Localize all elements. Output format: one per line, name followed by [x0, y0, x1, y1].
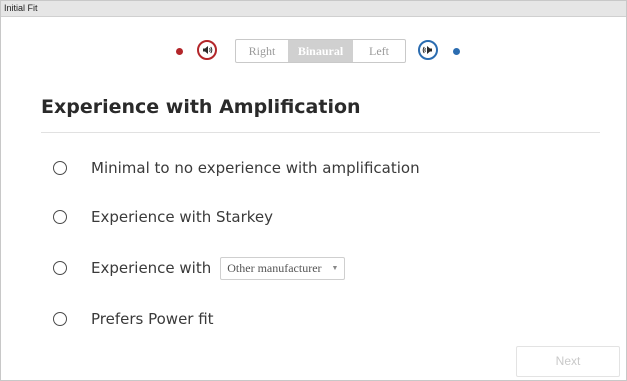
segment-right[interactable]: Right: [236, 40, 288, 62]
ear-side-segmented-control: Right Binaural Left: [235, 39, 406, 63]
next-button[interactable]: Next: [516, 346, 620, 377]
manufacturer-dropdown[interactable]: Other manufacturer ▼: [220, 256, 346, 280]
left-indicator-dot: [453, 48, 460, 55]
option-experience-starkey[interactable]: Experience with Starkey: [53, 206, 273, 228]
section-divider: [41, 132, 600, 133]
radio-button[interactable]: [53, 312, 67, 326]
chevron-down-icon: ▼: [331, 264, 339, 272]
radio-button[interactable]: [53, 261, 67, 275]
manufacturer-dropdown-value: Other manufacturer: [227, 260, 322, 275]
window-title: Initial Fit: [1, 1, 626, 17]
right-indicator-dot: [176, 48, 183, 55]
radio-button[interactable]: [53, 210, 67, 224]
speaker-left-icon[interactable]: [418, 40, 438, 60]
segment-binaural[interactable]: Binaural: [288, 40, 353, 62]
side-selector: Right Binaural Left: [1, 39, 626, 65]
section-title: Experience with Amplification: [41, 96, 361, 118]
option-prefers-power-fit[interactable]: Prefers Power fit: [53, 308, 214, 330]
option-experience-other[interactable]: Experience with Other manufacturer ▼: [53, 256, 346, 280]
option-minimal-experience[interactable]: Minimal to no experience with amplificat…: [53, 157, 420, 179]
radio-button[interactable]: [53, 161, 67, 175]
option-label: Experience with Starkey: [91, 208, 274, 226]
speaker-right-icon[interactable]: [197, 40, 217, 60]
option-label: Prefers Power fit: [91, 310, 214, 328]
segment-left[interactable]: Left: [353, 40, 405, 62]
option-label: Experience with: [91, 259, 212, 277]
initial-fit-window: Initial Fit Right Binaural Left Experien…: [0, 0, 627, 381]
option-label: Minimal to no experience with amplificat…: [91, 159, 420, 177]
